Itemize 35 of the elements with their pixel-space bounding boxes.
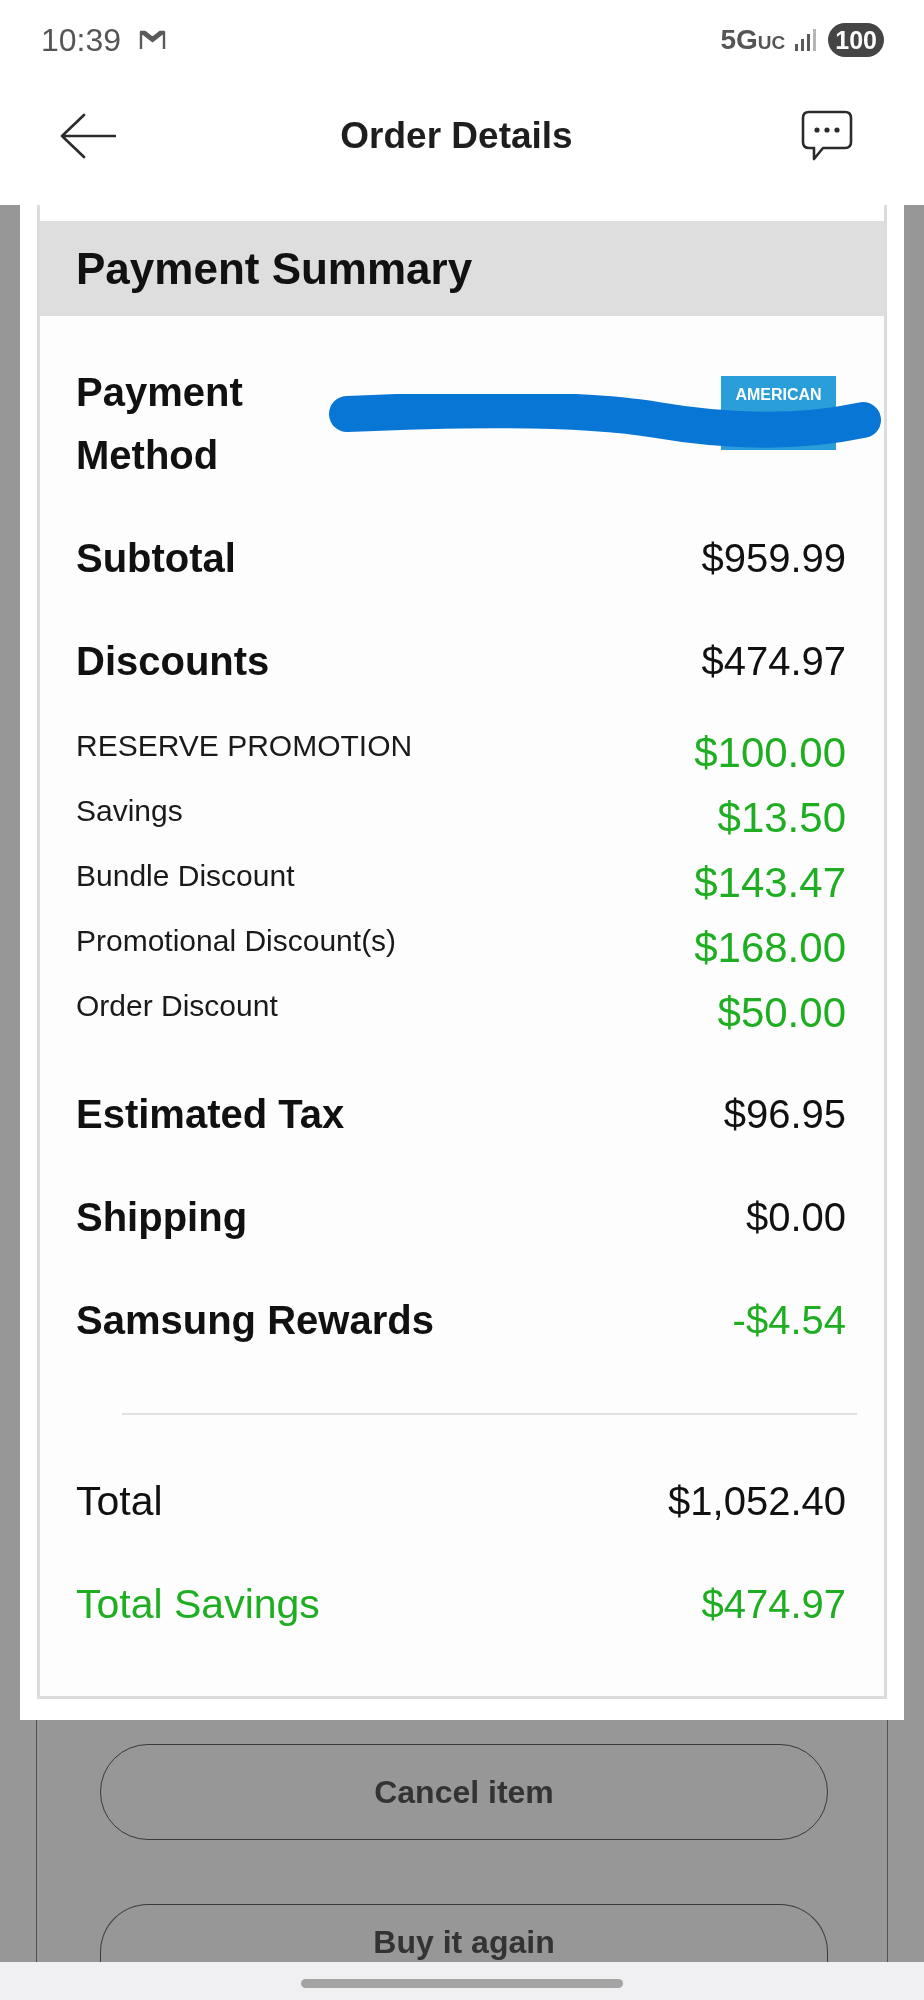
row-amount: $0.00 (745, 1195, 846, 1240)
signal-icon (795, 29, 819, 51)
row-label: Shipping (76, 1195, 248, 1240)
back-arrow-icon (60, 112, 116, 159)
row-amount: $474.97 (701, 639, 846, 684)
row-amount: $168.00 (694, 923, 846, 972)
row-label: Bundle Discount (76, 858, 295, 893)
row-label: Subtotal (76, 536, 236, 581)
row-amount: $96.95 (723, 1092, 846, 1137)
status-time: 10:39 (41, 21, 122, 59)
row-amount: -$4.54 (732, 1298, 846, 1343)
mail-icon (139, 29, 167, 51)
row-amount: $143.47 (694, 858, 846, 907)
row-label: Payment Method (76, 369, 244, 479)
chat-button[interactable] (801, 109, 853, 162)
battery-indicator: 100 (828, 23, 884, 57)
row-amount: $959.99 (701, 536, 846, 581)
row-amount: $100.00 (694, 728, 846, 777)
row-amount: $13.50 (717, 793, 846, 842)
row-label: Total (76, 1478, 163, 1525)
page-title: Order Details (340, 114, 573, 157)
chat-icon (801, 109, 853, 162)
row-amount: $50.00 (717, 988, 846, 1037)
row-label: Total Savings (76, 1581, 320, 1628)
row-label: Estimated Tax (76, 1092, 345, 1137)
row-label: Promotional Discount(s) (76, 923, 397, 958)
row-label: Samsung Rewards (76, 1298, 434, 1343)
row-label: Savings (76, 793, 183, 828)
back-button[interactable] (60, 112, 116, 159)
row-amount: $1,052.40 (668, 1479, 846, 1524)
row-label: Order Discount (76, 988, 278, 1023)
section-header: Payment Summary (40, 221, 884, 316)
row-label: RESERVE PROMOTION (76, 728, 413, 763)
row-amount: $474.97 (701, 1582, 846, 1627)
row-label: Discounts (76, 639, 270, 684)
